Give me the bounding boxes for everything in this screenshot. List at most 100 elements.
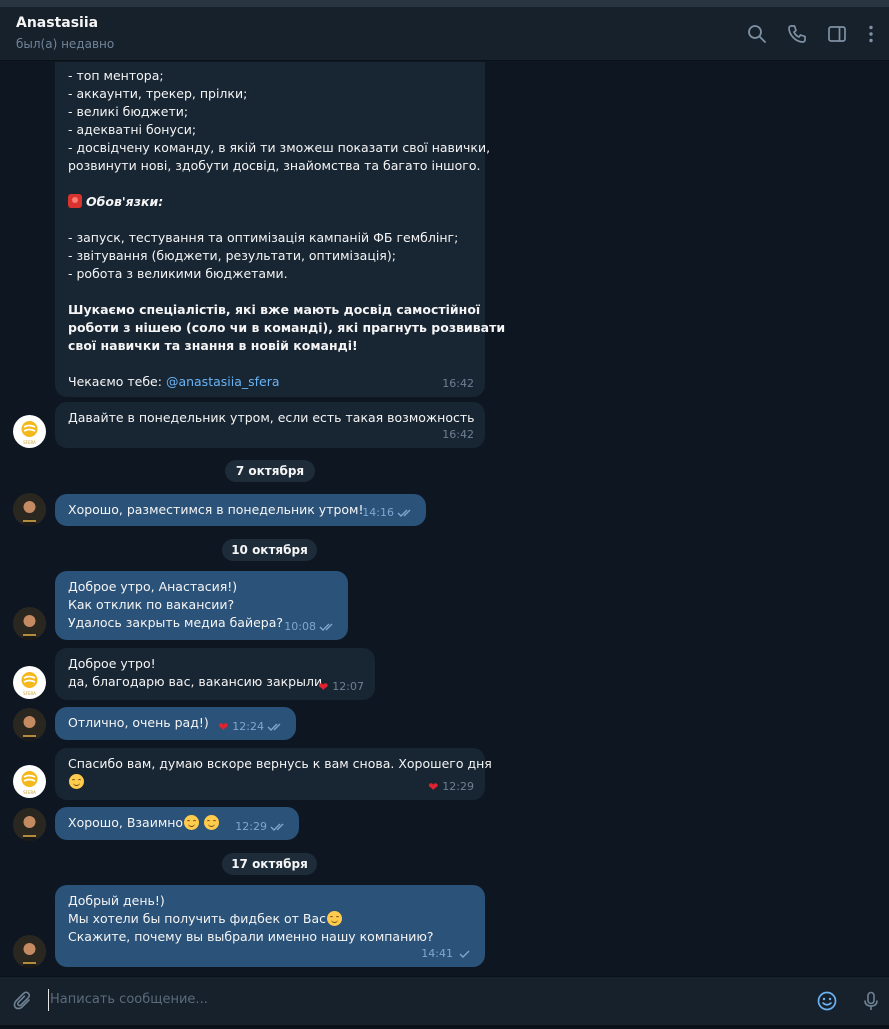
contact-name[interactable]: Anastasiia — [16, 15, 98, 31]
window-top-strip — [0, 0, 889, 7]
svg-text:SFERA: SFERA — [23, 691, 36, 696]
message-bubble[interactable]: Добрый день!) Мы хотели бы получить фидб… — [55, 885, 485, 967]
single-check-icon — [459, 950, 470, 958]
heart-reaction-icon[interactable]: ❤ — [428, 778, 438, 796]
message-line: свої навички та знання в новій команді! — [68, 338, 358, 353]
message-bubble-job-description[interactable]: - топ ментора; - аккаунти, трекер, прілк… — [55, 62, 506, 397]
message-time: 12:07 — [332, 680, 364, 693]
date-separator: 10 октября — [222, 539, 317, 561]
my-avatar[interactable] — [13, 607, 46, 640]
message-line: - адекватні бонуси; — [68, 122, 197, 137]
alarm-light-icon — [68, 194, 82, 208]
heart-reaction-icon[interactable]: ❤ — [218, 718, 228, 736]
message-line: Шукаємо спеціалістів, які вже мають досв… — [68, 302, 481, 317]
message-time: 10:08 — [284, 620, 316, 633]
contact-avatar[interactable]: SFERA — [13, 765, 46, 798]
double-check-icon — [397, 509, 411, 517]
grinning-face-emoji-icon — [184, 815, 200, 830]
double-check-icon — [270, 823, 284, 831]
my-avatar[interactable] — [13, 808, 46, 841]
message-line: - топ ментора; — [68, 68, 164, 83]
my-avatar[interactable] — [13, 493, 46, 526]
message-time: 12:29 — [235, 820, 267, 833]
message-meta: 16:42 — [442, 426, 474, 444]
responsibilities-heading-text: Обов'язки: — [86, 194, 164, 209]
message-line: Доброе утро! — [68, 656, 156, 671]
message-meta: ❤ 12:24 — [218, 718, 285, 736]
message-bubble[interactable]: Спасибо вам, думаю вскоре вернусь к вам … — [55, 748, 492, 800]
message-time: 14:41 — [421, 947, 453, 960]
responsibilities-heading: Обов'язки: — [68, 193, 473, 211]
message-line: Скажите, почему вы выбрали именно нашу к… — [68, 929, 434, 944]
message-input[interactable]: Написать сообщение... — [50, 992, 208, 1007]
message-time: 12:24 — [232, 720, 264, 733]
text-caret — [48, 989, 49, 1011]
message-line: - аккаунти, трекер, прілки; — [68, 86, 248, 101]
message-line: - досвідчену команду, в якій ти зможеш п… — [68, 140, 491, 155]
smiling-face-emoji-icon — [204, 815, 220, 830]
message-bubble[interactable]: Доброе утро, Анастасия!) Как отклик по в… — [55, 571, 348, 640]
message-line: розвинути нові, здобути досвід, знайомст… — [68, 158, 481, 173]
mention-link[interactable]: @anastasiia_sfera — [166, 374, 280, 389]
message-text: Чекаємо тебе: — [68, 374, 166, 389]
sidebar-toggle-icon[interactable] — [826, 23, 848, 45]
message-line: - великі бюджети; — [68, 104, 189, 119]
chat-header[interactable]: Anastasiia был(а) недавно — [0, 7, 889, 61]
message-bubble[interactable]: Отлично, очень рад!) ❤ 12:24 — [55, 707, 296, 740]
svg-text:SFERA: SFERA — [23, 790, 36, 795]
message-bubble[interactable]: Хорошо, Взаимно 12:29 — [55, 807, 299, 840]
double-check-icon — [267, 723, 281, 731]
message-line: - запуск, тестування та оптимізація камп… — [68, 230, 459, 245]
message-line: - звітування (бюджети, результати, оптим… — [68, 248, 396, 263]
message-line: - робота з великими бюджетами. — [68, 266, 288, 281]
date-separator: 17 октября — [222, 853, 317, 875]
message-text: Хорошо, Взаимно — [68, 815, 184, 830]
search-icon[interactable] — [746, 23, 768, 45]
message-bubble[interactable]: Хорошо, разместимся в понедельник утром!… — [55, 494, 426, 526]
message-meta: 16:42 — [442, 375, 474, 393]
contact-avatar[interactable]: SFERA — [13, 415, 46, 448]
message-text: Мы хотели бы получить фидбек от Вас — [68, 911, 327, 926]
date-separator: 7 октября — [225, 460, 315, 482]
message-meta: 10:08 — [284, 618, 337, 636]
message-line: Добрый день!) — [68, 893, 165, 908]
message-meta: 14:41 — [421, 945, 474, 963]
phone-icon[interactable] — [786, 23, 808, 45]
message-bubble[interactable]: Доброе утро! да, благодарю вас, вакансию… — [55, 648, 375, 700]
message-meta: 14:16 — [362, 504, 415, 522]
message-line: Мы хотели бы получить фидбек от Вас — [68, 910, 473, 928]
my-avatar[interactable] — [13, 708, 46, 741]
message-text: Спасибо вам, думаю вскоре вернусь к вам … — [68, 756, 492, 771]
message-time: 16:42 — [442, 428, 474, 441]
window-bottom-strip — [0, 1025, 889, 1029]
message-text: Давайте в понедельник утром, если есть т… — [68, 410, 475, 425]
relieved-face-emoji-icon — [69, 774, 84, 789]
message-line: Чекаємо тебе: @anastasiia_sfera — [68, 373, 473, 391]
message-meta: 12:29 — [235, 818, 288, 836]
contact-avatar[interactable]: SFERA — [13, 666, 46, 699]
message-bubble[interactable]: Давайте в понедельник утром, если есть т… — [55, 402, 485, 448]
message-list[interactable]: - топ ментора; - аккаунти, трекер, прілк… — [0, 62, 889, 975]
smiling-face-emoji-icon — [327, 911, 343, 926]
message-time: 14:16 — [362, 506, 394, 519]
emoji-smile-icon[interactable] — [816, 990, 838, 1012]
message-line: роботи з нішею (соло чи в команді), які … — [68, 320, 506, 335]
microphone-icon[interactable] — [860, 990, 882, 1012]
attach-paperclip-icon[interactable] — [12, 990, 34, 1012]
message-line: Как отклик по вакансии? — [68, 597, 235, 612]
message-time: 12:29 — [442, 780, 474, 793]
double-check-icon — [319, 623, 333, 631]
svg-text:SFERA: SFERA — [23, 440, 36, 445]
heart-reaction-icon[interactable]: ❤ — [318, 678, 328, 696]
message-line — [68, 773, 473, 791]
message-composer[interactable]: Написать сообщение... — [0, 976, 889, 1025]
more-options-icon[interactable] — [860, 23, 882, 45]
message-time: 16:42 — [442, 377, 474, 390]
my-avatar[interactable] — [13, 935, 46, 968]
contact-status: был(а) недавно — [16, 37, 115, 51]
message-meta: ❤ 12:07 — [318, 678, 364, 696]
